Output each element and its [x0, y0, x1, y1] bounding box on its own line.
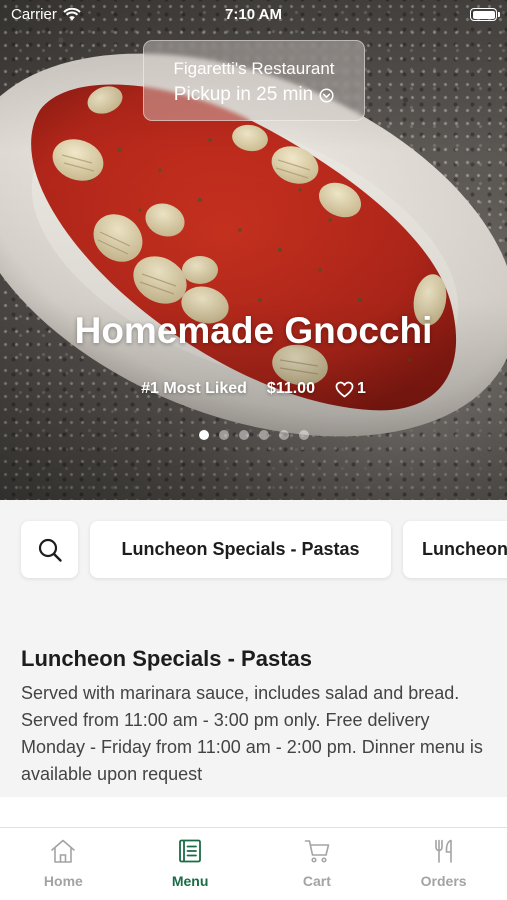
tab-bar: Home Menu Cart Orders: [0, 827, 507, 900]
tab-orders-label: Orders: [420, 873, 467, 889]
search-button[interactable]: [21, 521, 78, 578]
carousel-dot[interactable]: [238, 430, 249, 440]
battery-icon: [470, 8, 500, 21]
home-icon: [51, 839, 76, 863]
rank-label: #1 Most Liked: [141, 380, 247, 397]
tab-menu[interactable]: Menu: [127, 828, 254, 900]
orders-icon: [434, 839, 452, 863]
carousel-indicator[interactable]: [0, 430, 507, 440]
featured-item-hero[interactable]: Carrier 7:10 AM Figaretti's Restaurant P…: [0, 0, 507, 500]
restaurant-pickup-pill[interactable]: Figaretti's Restaurant Pickup in 25 min: [143, 40, 365, 121]
pickup-time: Pickup in 25 min: [144, 84, 364, 106]
heart-icon: [335, 381, 354, 397]
category-bar: Luncheon Specials - Pastas Luncheon: [0, 500, 507, 600]
carousel-dot[interactable]: [278, 430, 289, 440]
carousel-dot[interactable]: [258, 430, 269, 440]
featured-dish-title: Homemade Gnocchi: [74, 310, 433, 351]
menu-item-list: [0, 797, 507, 827]
menu-icon: [179, 839, 202, 863]
carousel-dot[interactable]: [218, 430, 229, 440]
tab-home[interactable]: Home: [0, 828, 127, 900]
carousel-dot[interactable]: [298, 430, 309, 440]
category-chip-luncheon-pastas[interactable]: Luncheon Specials - Pastas: [90, 521, 391, 578]
clock: 7:10 AM: [225, 6, 282, 23]
like-button[interactable]: 1: [335, 380, 366, 398]
chevron-down-circle-icon: [319, 88, 334, 103]
tab-cart-label: Cart: [302, 873, 331, 889]
status-bar: Carrier 7:10 AM: [0, 0, 507, 28]
cart-icon: [304, 840, 330, 863]
section-title: Luncheon Specials - Pastas: [21, 646, 312, 671]
tab-cart[interactable]: Cart: [254, 828, 381, 900]
carousel-dot[interactable]: [198, 430, 209, 440]
section-description: Served with marinara sauce, includes sal…: [21, 683, 483, 784]
menu-section-header: Luncheon Specials - Pastas Served with m…: [0, 600, 507, 800]
tab-orders[interactable]: Orders: [380, 828, 507, 900]
category-chip-luncheon[interactable]: Luncheon: [403, 521, 507, 578]
tab-menu-label: Menu: [171, 873, 209, 889]
price-label: $11.00: [266, 380, 315, 397]
search-icon: [38, 538, 62, 562]
pickup-label: Pickup in 25 min: [173, 84, 314, 105]
like-count: 1: [356, 380, 366, 397]
restaurant-name: Figaretti's Restaurant: [173, 59, 335, 78]
tab-home-label: Home: [43, 873, 83, 889]
featured-dish-meta: #1 Most Liked $11.00 1: [0, 380, 507, 398]
